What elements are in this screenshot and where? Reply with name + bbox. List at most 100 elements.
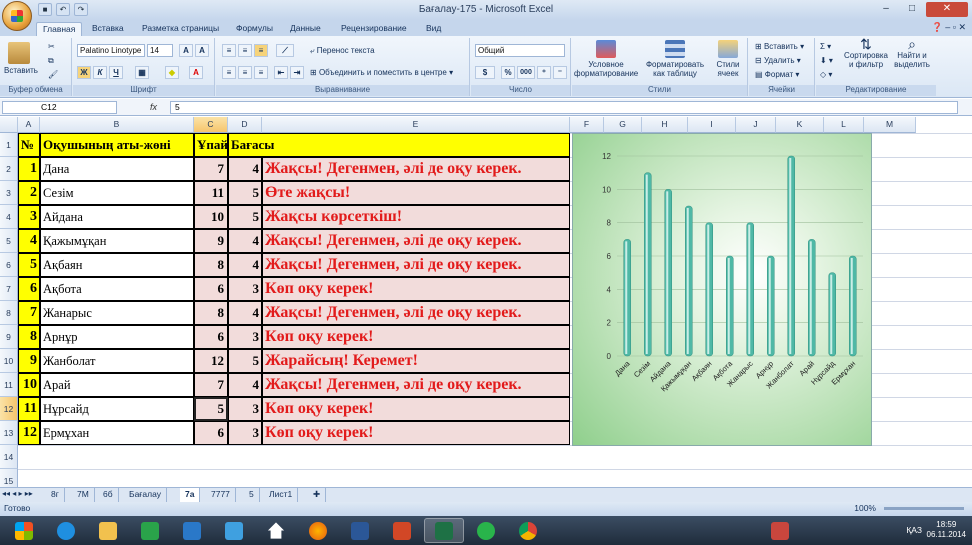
column-header-k[interactable]: K: [776, 117, 824, 133]
cell-score[interactable]: 6: [194, 277, 228, 301]
sheet-tab-5[interactable]: 7777: [206, 488, 236, 502]
cell-grade[interactable]: 4: [228, 253, 262, 277]
column-header-e[interactable]: E: [262, 117, 570, 133]
column-header-g[interactable]: G: [604, 117, 642, 133]
cell-number[interactable]: 7: [18, 301, 40, 325]
cell-comment[interactable]: Өте жақсы!: [262, 181, 570, 205]
cell-score[interactable]: 7: [194, 157, 228, 181]
header-number[interactable]: №: [18, 133, 40, 157]
maximize-button[interactable]: □: [900, 2, 924, 17]
cell-name[interactable]: Ақбаян: [40, 253, 194, 277]
align-right-icon[interactable]: ≡: [254, 66, 268, 79]
align-bottom-icon[interactable]: ≡: [254, 44, 268, 57]
font-name-select[interactable]: Palatino Linotype: [77, 44, 145, 57]
increase-indent-icon[interactable]: ⇥: [290, 66, 304, 79]
column-header-c[interactable]: C: [194, 117, 228, 133]
sheet-tab-1[interactable]: 7М: [72, 488, 95, 502]
help-icon[interactable]: ❓ – ▫ ✕: [932, 22, 966, 33]
delete-cells-button[interactable]: ⊟ Удалить ▾: [755, 56, 801, 65]
conditional-format-button[interactable]: Условное форматирование: [574, 40, 638, 78]
wrap-text-button[interactable]: ⤶ Перенос текста: [310, 46, 375, 55]
cell-comment[interactable]: Жақсы! Дегенмен, әлі де оқу керек.: [262, 301, 570, 325]
cell-comment[interactable]: Жақсы көрсеткіш!: [262, 205, 570, 229]
bold-button[interactable]: Ж: [77, 66, 91, 79]
row-header-13[interactable]: 13: [0, 421, 18, 445]
cell-grade[interactable]: 3: [228, 397, 262, 421]
taskbar-firefox[interactable]: [298, 518, 338, 543]
fill-color-icon[interactable]: ◆: [165, 66, 179, 79]
merge-center-button[interactable]: ⊞ Объединить и поместить в центре ▾: [310, 68, 453, 77]
taskbar-powerpoint[interactable]: [382, 518, 422, 543]
row-header-14[interactable]: 14: [0, 445, 18, 469]
cell-comment[interactable]: Жақсы! Дегенмен, әлі де оқу керек.: [262, 157, 570, 181]
cell-name[interactable]: Жанарыс: [40, 301, 194, 325]
cell-grade[interactable]: 5: [228, 205, 262, 229]
borders-icon[interactable]: ▦: [135, 66, 149, 79]
header-grade[interactable]: Бағасы: [228, 133, 570, 157]
cell-grade[interactable]: 3: [228, 421, 262, 445]
header-score[interactable]: Ұпай: [194, 133, 228, 157]
row-header-11[interactable]: 11: [0, 373, 18, 397]
tab-home[interactable]: Главная: [36, 22, 83, 36]
decrease-indent-icon[interactable]: ⇤: [274, 66, 288, 79]
italic-button[interactable]: К: [93, 66, 107, 79]
underline-button[interactable]: Ч: [109, 66, 123, 79]
zoom-level[interactable]: 100%: [854, 502, 876, 515]
column-header-a[interactable]: A: [18, 117, 40, 133]
cell-score[interactable]: 6: [194, 421, 228, 445]
sheet-tab-4[interactable]: 7а: [180, 488, 201, 502]
cell-name[interactable]: Арай: [40, 373, 194, 397]
tab-insert[interactable]: Вставка: [92, 22, 124, 36]
cell-name[interactable]: Сезім: [40, 181, 194, 205]
cell-number[interactable]: 8: [18, 325, 40, 349]
paste-button[interactable]: Вставить: [4, 42, 38, 75]
taskbar-mail[interactable]: [214, 518, 254, 543]
taskbar-store[interactable]: [130, 518, 170, 543]
cell-number[interactable]: 1: [18, 157, 40, 181]
sheet-tab-7[interactable]: Лист1: [264, 488, 299, 502]
tab-view[interactable]: Вид: [426, 22, 441, 36]
close-button[interactable]: ✕: [926, 2, 968, 17]
cell-number[interactable]: 4: [18, 229, 40, 253]
row-header-9[interactable]: 9: [0, 325, 18, 349]
autosum-icon[interactable]: Σ ▾: [820, 42, 831, 51]
language-indicator[interactable]: ҚАЗ: [906, 525, 922, 535]
cell-score[interactable]: 9: [194, 229, 228, 253]
column-header-j[interactable]: J: [736, 117, 776, 133]
tab-formulas[interactable]: Формулы: [236, 22, 273, 36]
clock[interactable]: 18:59 06.11.2014: [927, 520, 966, 540]
row-header-12[interactable]: 12: [0, 397, 18, 421]
sheet-nav-arrows[interactable]: ◂◂ ◂ ▸ ▸▸: [2, 489, 33, 498]
cell-grade[interactable]: 4: [228, 301, 262, 325]
fx-icon[interactable]: fx: [150, 102, 157, 112]
select-all-corner[interactable]: [0, 117, 18, 133]
format-cells-button[interactable]: ▤ Формат ▾: [755, 70, 799, 79]
cell-comment[interactable]: Жарайсың! Керемет!: [262, 349, 570, 373]
cell-name[interactable]: Қажымұқан: [40, 229, 194, 253]
copy-icon[interactable]: ⧉: [48, 56, 54, 65]
row-header-4[interactable]: 4: [0, 205, 18, 229]
cell-name[interactable]: Арнұр: [40, 325, 194, 349]
cell-comment[interactable]: Жақсы! Дегенмен, әлі де оқу керек.: [262, 253, 570, 277]
cell-number[interactable]: 5: [18, 253, 40, 277]
format-painter-icon[interactable]: 🖌: [48, 70, 58, 79]
start-button[interactable]: [4, 518, 44, 543]
taskbar-word[interactable]: [340, 518, 380, 543]
column-header-h[interactable]: H: [642, 117, 688, 133]
cell-score[interactable]: 11: [194, 181, 228, 205]
sheet-tab-2[interactable]: 6б: [98, 488, 119, 502]
column-header-m[interactable]: M: [864, 117, 916, 133]
taskbar-mailru[interactable]: [466, 518, 506, 543]
currency-icon[interactable]: $: [475, 66, 495, 79]
column-header-i[interactable]: I: [688, 117, 736, 133]
cell-comment[interactable]: Көп оқу керек!: [262, 325, 570, 349]
column-header-b[interactable]: B: [40, 117, 194, 133]
orientation-icon[interactable]: ⟋: [276, 44, 294, 57]
row-header-8[interactable]: 8: [0, 301, 18, 325]
cell-grade[interactable]: 3: [228, 325, 262, 349]
cell-grade[interactable]: 4: [228, 157, 262, 181]
name-box[interactable]: C12: [2, 101, 117, 114]
office-button[interactable]: [2, 1, 32, 31]
cell-number[interactable]: 12: [18, 421, 40, 445]
tab-review[interactable]: Рецензирование: [341, 22, 407, 36]
